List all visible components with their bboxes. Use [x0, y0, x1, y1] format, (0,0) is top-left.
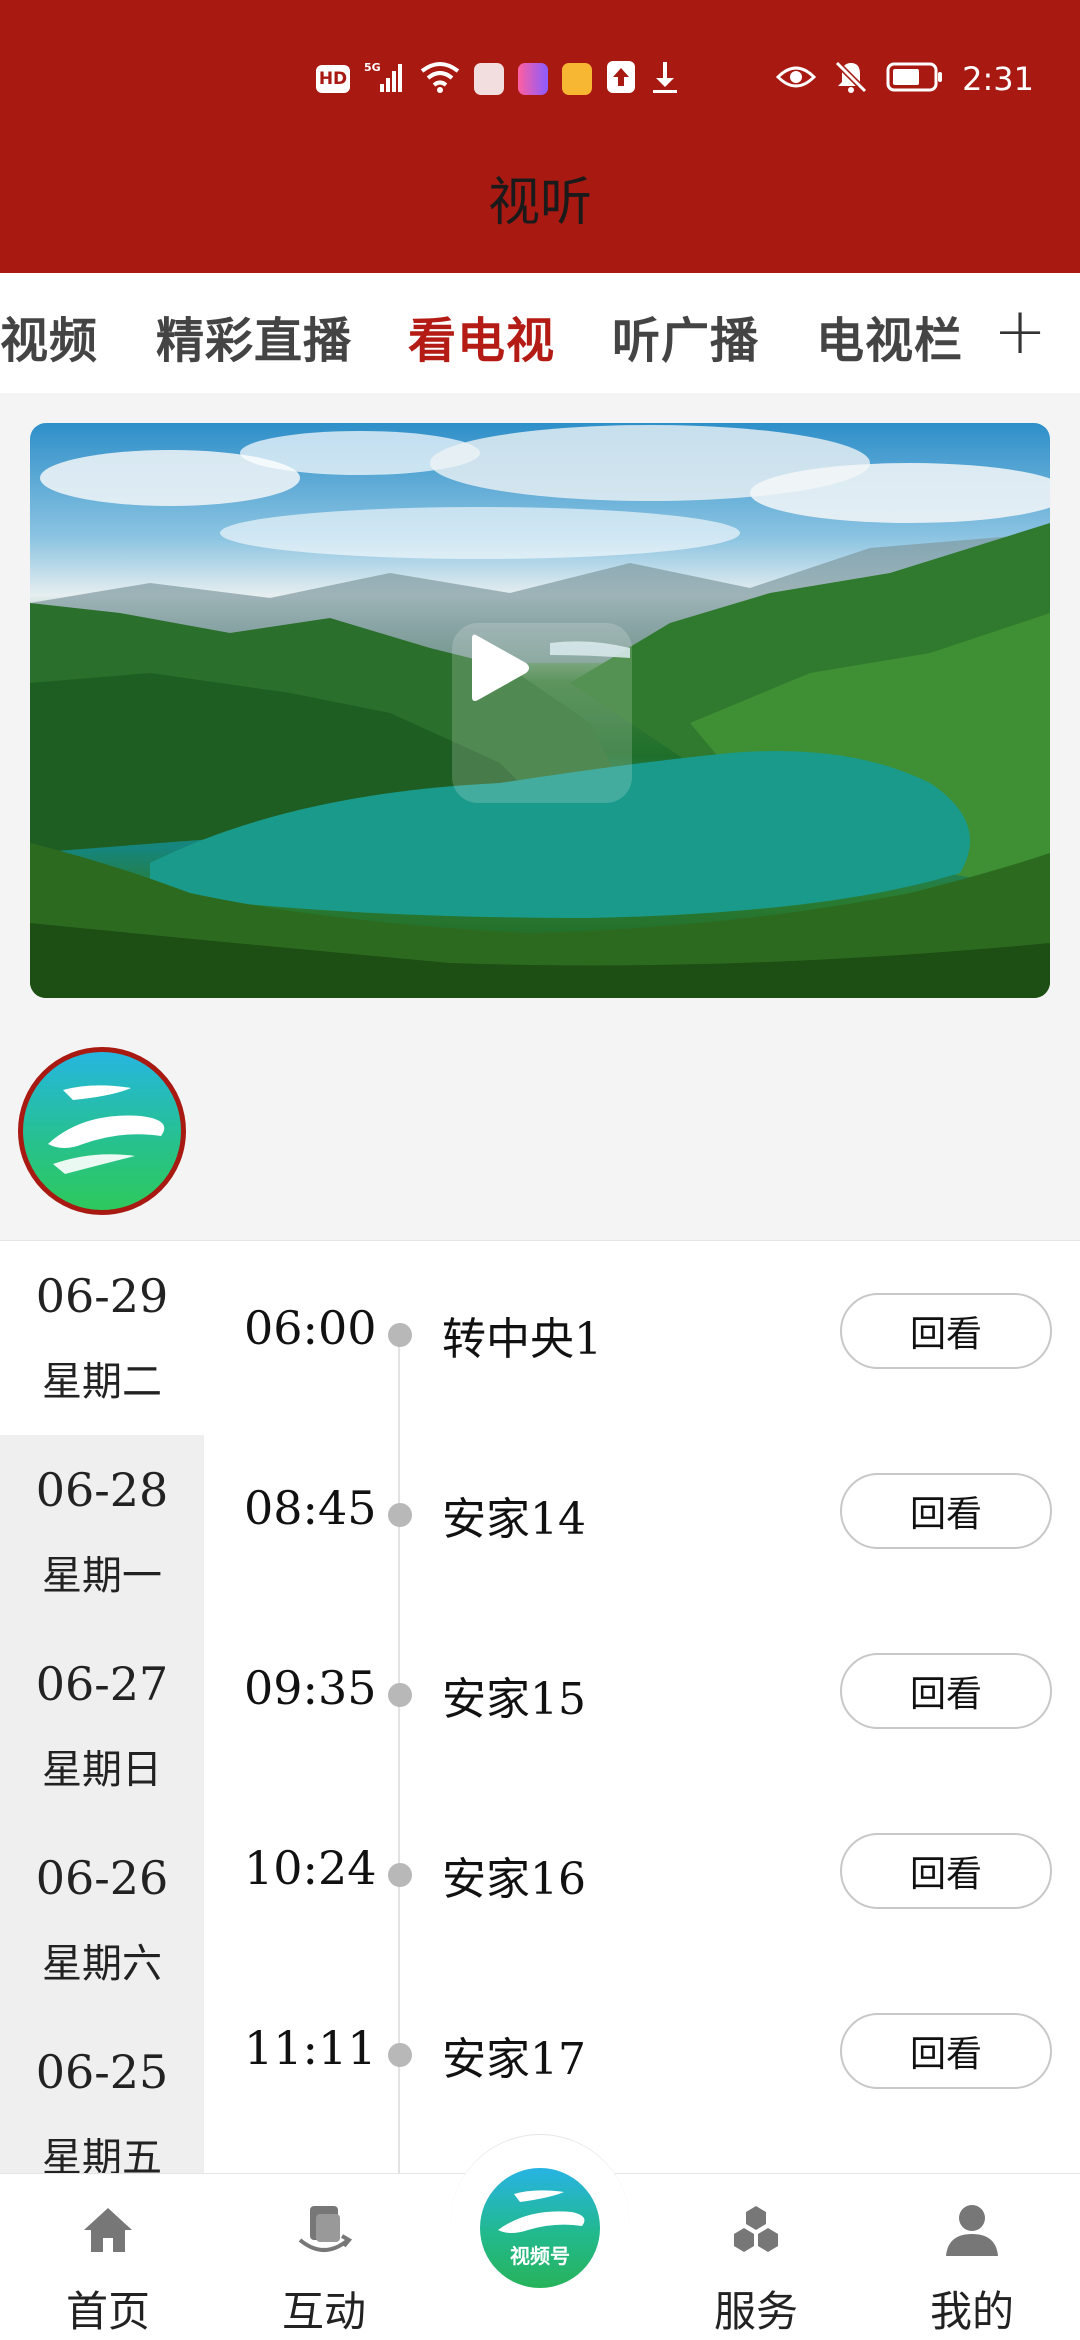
- date-label: 06-25: [35, 2045, 169, 2099]
- program-time: 09:35: [244, 1661, 377, 1715]
- interact-icon: [298, 2206, 353, 2252]
- app-icon: [562, 63, 592, 95]
- page-title: 视听: [487, 173, 592, 233]
- bottom-navigation: 首页 互动 视频号 服务 我的: [0, 2134, 1080, 2340]
- program-schedule: 06-29 星期二 06-28 星期一 06-27 星期日 06-26 星期六 …: [0, 1240, 1080, 2175]
- timeline-dot: [388, 1863, 412, 1887]
- replay-button[interactable]: 回看: [840, 1833, 1052, 1909]
- bell-off-icon: [834, 60, 868, 98]
- tab-live[interactable]: 精彩直播: [156, 301, 352, 371]
- category-tabs: 视频 精彩直播 看电视 听广播 电视栏 +: [0, 273, 1080, 393]
- program-title: 安家16: [442, 1854, 586, 1905]
- program-time: 10:24: [244, 1841, 377, 1895]
- date-item[interactable]: 06-26 星期六: [0, 1823, 204, 2017]
- nav-label: 互动: [281, 2287, 366, 2336]
- user-icon: [946, 2205, 998, 2256]
- program-title: 安家15: [442, 1674, 586, 1725]
- nav-label: 我的: [929, 2287, 1014, 2336]
- nav-service[interactable]: 服务: [676, 2190, 836, 2340]
- program-row: 08:45 安家14 回看: [204, 1453, 1080, 1573]
- service-icon: [734, 2206, 778, 2252]
- play-icon: [472, 634, 529, 701]
- nav-label: 首页: [65, 2287, 150, 2336]
- video-player[interactable]: [30, 423, 1050, 998]
- date-label: 06-28: [35, 1463, 169, 1517]
- play-button[interactable]: [452, 623, 632, 803]
- date-item[interactable]: 06-27 星期日: [0, 1629, 204, 1823]
- app-header: HD 5G 2:31 视听: [0, 0, 1080, 273]
- video-account-label: 视频号: [510, 2244, 570, 2268]
- weekday-label: 星期五: [42, 2135, 162, 2175]
- date-list: 06-29 星期二 06-28 星期一 06-27 星期日 06-26 星期六 …: [0, 1241, 204, 2175]
- battery-icon: [886, 62, 944, 96]
- nav-label: 服务: [713, 2287, 798, 2336]
- program-row: 10:24 安家16 回看: [204, 1813, 1080, 1933]
- eye-icon: [776, 63, 817, 95]
- download-icon: [650, 60, 680, 98]
- timeline-dot: [388, 1323, 412, 1347]
- status-time: 2:31: [962, 60, 1034, 98]
- date-label: 06-27: [35, 1657, 169, 1711]
- program-time: 06:00: [244, 1301, 377, 1355]
- tab-watch-tv[interactable]: 看电视: [408, 301, 555, 371]
- status-icons-right: 2:31: [776, 52, 1034, 106]
- nav-mine[interactable]: 我的: [892, 2190, 1052, 2340]
- weekday-label: 星期一: [42, 1553, 162, 1599]
- status-bar: HD 5G 2:31: [0, 52, 1080, 106]
- video-account-button[interactable]: 视频号: [480, 2168, 600, 2288]
- status-icons-left: HD 5G: [316, 52, 680, 106]
- nav-home[interactable]: 首页: [28, 2190, 188, 2340]
- add-tab-button[interactable]: +: [990, 295, 1050, 369]
- date-item[interactable]: 06-25 星期五: [0, 2017, 204, 2175]
- weekday-label: 星期二: [42, 1359, 162, 1405]
- program-row: 09:35 安家15 回看: [204, 1633, 1080, 1753]
- timeline-dot: [388, 1683, 412, 1707]
- date-label: 06-26: [35, 1851, 169, 1905]
- program-row: 11:11 安家17 回看: [204, 1993, 1080, 2113]
- signal-icon: 5G: [364, 60, 406, 98]
- upload-icon: [606, 60, 636, 98]
- replay-button[interactable]: 回看: [840, 1653, 1052, 1729]
- tab-video[interactable]: 视频: [0, 301, 98, 371]
- timeline-dot: [388, 1503, 412, 1527]
- weekday-label: 星期日: [42, 1747, 162, 1793]
- weekday-label: 星期六: [42, 1941, 162, 1987]
- tab-tv-column[interactable]: 电视栏: [816, 301, 963, 371]
- program-row: 06:00 转中央1 回看: [204, 1273, 1080, 1393]
- channel-logo-icon[interactable]: [18, 1047, 186, 1215]
- app-icon: [518, 63, 548, 95]
- date-item[interactable]: 06-28 星期一: [0, 1435, 204, 1629]
- nav-interact[interactable]: 互动: [244, 2190, 404, 2340]
- video-account-icon: [498, 2190, 585, 2233]
- home-icon: [84, 2208, 132, 2252]
- program-title: 安家14: [442, 1494, 586, 1545]
- network-type-label: 5G: [364, 61, 381, 74]
- date-label: 06-29: [35, 1269, 169, 1323]
- program-title: 安家17: [442, 2034, 586, 2085]
- hd-icon: HD: [316, 65, 350, 93]
- timeline-dot: [388, 2043, 412, 2067]
- program-time: 11:11: [244, 2021, 377, 2075]
- program-time: 08:45: [244, 1481, 377, 1535]
- program-title: 转中央1: [442, 1314, 602, 1365]
- date-item[interactable]: 06-29 星期二: [0, 1241, 204, 1435]
- replay-button[interactable]: 回看: [840, 2013, 1052, 2089]
- replay-button[interactable]: 回看: [840, 1293, 1052, 1369]
- mail-icon: [474, 63, 504, 95]
- wifi-icon: [420, 61, 460, 97]
- replay-button[interactable]: 回看: [840, 1473, 1052, 1549]
- tab-radio[interactable]: 听广播: [612, 301, 759, 371]
